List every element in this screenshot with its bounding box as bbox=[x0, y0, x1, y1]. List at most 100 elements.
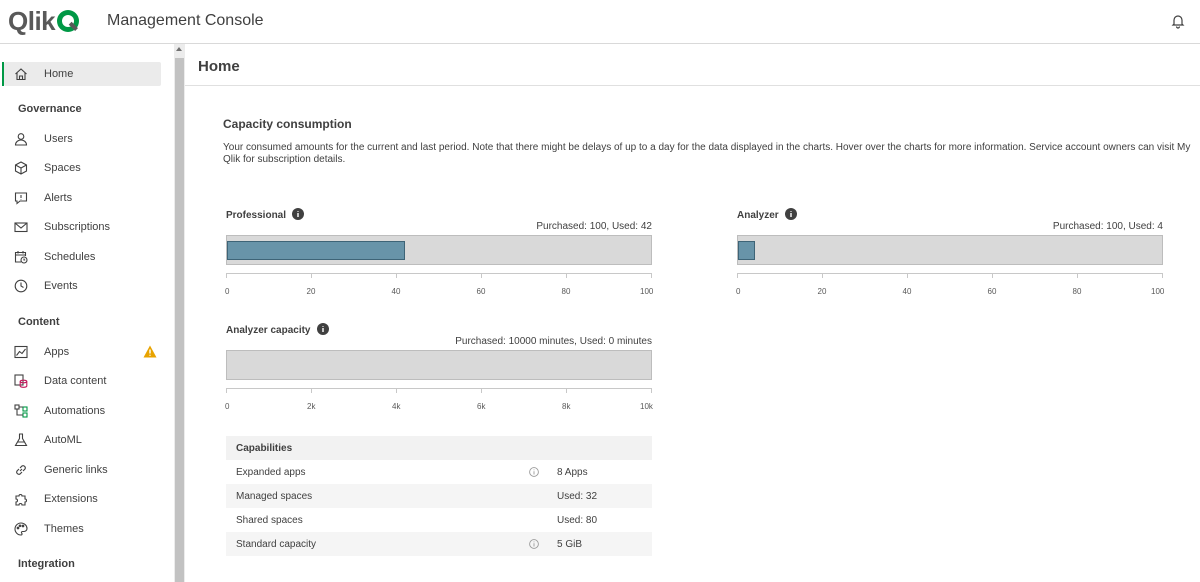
mail-icon bbox=[14, 220, 28, 234]
axis-tick bbox=[396, 389, 397, 393]
meter-axis bbox=[226, 388, 652, 389]
meter-axis bbox=[737, 273, 1163, 274]
capabilities-header: Capabilities bbox=[226, 436, 652, 460]
axis-tick-label: 20 bbox=[817, 287, 827, 296]
capability-value: 8 Apps bbox=[557, 467, 588, 478]
sidebar-item-label: Alerts bbox=[44, 192, 73, 204]
meter-summary: Purchased: 10000 minutes, Used: 0 minute… bbox=[455, 336, 652, 347]
axis-tick-label: 6k bbox=[477, 402, 486, 411]
sidebar-item-spaces[interactable]: Spaces bbox=[4, 156, 161, 180]
logo-q-mark-icon bbox=[56, 9, 80, 33]
meter-title-text: Analyzer capacity bbox=[226, 325, 311, 336]
capabilities-table: Capabilities Expanded apps 8 Apps Manage… bbox=[226, 436, 652, 556]
link-icon bbox=[14, 463, 28, 477]
capability-name: Shared spaces bbox=[236, 515, 303, 526]
meter-track[interactable] bbox=[226, 350, 652, 380]
axis-tick-label: 100 bbox=[1151, 287, 1165, 296]
sidebar-item-apps[interactable]: Apps bbox=[4, 340, 161, 364]
info-icon[interactable] bbox=[292, 208, 305, 220]
axis-tick bbox=[566, 389, 567, 393]
sidebar-item-label: Extensions bbox=[44, 493, 98, 505]
section-title-integration: Integration bbox=[18, 558, 75, 570]
sidebar-item-label: Home bbox=[44, 68, 74, 80]
sidebar-item-alerts[interactable]: Alerts bbox=[4, 186, 161, 210]
sidebar-item-schedules[interactable]: Schedules bbox=[4, 245, 161, 269]
app-title: Management Console bbox=[107, 12, 264, 29]
axis-tick-label: 40 bbox=[391, 287, 401, 296]
sidebar-item-label: Subscriptions bbox=[44, 221, 111, 233]
sidebar-item-home[interactable]: Home bbox=[2, 62, 161, 86]
axis-tick bbox=[481, 274, 482, 278]
sidebar-item-automations[interactable]: Automations bbox=[4, 399, 161, 423]
bell-icon[interactable] bbox=[1170, 13, 1186, 29]
sidebar-item-themes[interactable]: Themes bbox=[4, 517, 161, 541]
meter-fill-bar[interactable] bbox=[738, 241, 755, 260]
sidebar-item-automl[interactable]: AutoML bbox=[4, 428, 161, 452]
axis-tick bbox=[226, 389, 227, 393]
meter-track[interactable] bbox=[226, 235, 652, 265]
info-icon[interactable] bbox=[316, 323, 329, 335]
sidebar: Home Governance Users Spaces Alerts Subs… bbox=[0, 44, 174, 582]
axis-tick bbox=[651, 389, 652, 393]
database-icon bbox=[14, 374, 28, 388]
axis-tick bbox=[822, 274, 823, 278]
sidebar-item-users[interactable]: Users bbox=[4, 127, 161, 151]
axis-tick bbox=[311, 389, 312, 393]
meter-fill-bar[interactable] bbox=[227, 241, 405, 260]
capability-value: Used: 80 bbox=[557, 515, 598, 526]
info-outline-icon[interactable] bbox=[529, 467, 539, 477]
qlik-logo[interactable]: Qlik bbox=[8, 7, 80, 35]
axis-tick-label: 100 bbox=[640, 287, 654, 296]
axis-tick-label: 2k bbox=[307, 402, 316, 411]
calendar-clock-icon bbox=[14, 250, 28, 264]
capability-value: 5 GiB bbox=[557, 539, 583, 550]
axis-tick bbox=[1077, 274, 1078, 278]
axis-tick bbox=[992, 274, 993, 278]
sidebar-item-label: Data content bbox=[44, 375, 107, 387]
axis-tick-label: 60 bbox=[476, 287, 486, 296]
sidebar-item-data-content[interactable]: Data content bbox=[4, 369, 161, 393]
info-icon[interactable] bbox=[784, 208, 797, 220]
table-row: Managed spaces Used: 32 bbox=[226, 484, 652, 508]
capacity-consumption-description: Your consumed amounts for the current an… bbox=[223, 142, 1191, 165]
user-icon bbox=[14, 132, 28, 146]
axis-tick-label: 0 bbox=[736, 287, 741, 296]
meter-summary: Purchased: 100, Used: 4 bbox=[1052, 221, 1163, 232]
sidebar-item-label: Spaces bbox=[44, 162, 81, 174]
app-chart-icon bbox=[14, 345, 28, 359]
axis-tick-label: 4k bbox=[392, 402, 401, 411]
meter-track[interactable] bbox=[737, 235, 1163, 265]
title-divider bbox=[185, 85, 1200, 86]
axis-tick-label: 0 bbox=[225, 402, 230, 411]
capacity-consumption-title: Capacity consumption bbox=[223, 117, 352, 131]
sidebar-item-generic-links[interactable]: Generic links bbox=[4, 458, 161, 482]
info-outline-icon[interactable] bbox=[529, 539, 539, 549]
puzzle-icon bbox=[14, 492, 28, 506]
warning-icon[interactable] bbox=[143, 345, 157, 358]
section-title-content: Content bbox=[18, 316, 60, 328]
clock-icon bbox=[14, 279, 28, 293]
axis-tick-label: 80 bbox=[1072, 287, 1082, 296]
capability-name: Expanded apps bbox=[236, 467, 306, 478]
sidebar-item-label: Users bbox=[44, 133, 73, 145]
sidebar-item-extensions[interactable]: Extensions bbox=[4, 487, 161, 511]
section-title-governance: Governance bbox=[18, 103, 82, 115]
alert-icon bbox=[14, 191, 28, 205]
sidebar-item-subscriptions[interactable]: Subscriptions bbox=[4, 215, 161, 239]
meter-title: Professional bbox=[226, 208, 305, 221]
sidebar-item-label: AutoML bbox=[44, 434, 82, 446]
sidebar-item-label: Apps bbox=[44, 346, 70, 358]
sidebar-item-events[interactable]: Events bbox=[4, 274, 161, 298]
palette-icon bbox=[14, 522, 28, 536]
home-icon bbox=[14, 67, 28, 81]
logo-text: Qlik bbox=[8, 6, 56, 36]
scroll-up-arrow-icon[interactable] bbox=[176, 47, 182, 51]
sidebar-scrollbar[interactable] bbox=[174, 44, 185, 582]
page-title: Home bbox=[198, 58, 240, 75]
axis-tick bbox=[907, 274, 908, 278]
meter-summary: Purchased: 100, Used: 42 bbox=[536, 221, 652, 232]
axis-tick bbox=[226, 274, 227, 278]
sidebar-item-label: Schedules bbox=[44, 251, 96, 263]
scrollbar-thumb[interactable] bbox=[175, 58, 184, 582]
analyzer-meter: Analyzer Purchased: 100, Used: 4 0 20 40 60… bbox=[736, 208, 1165, 303]
